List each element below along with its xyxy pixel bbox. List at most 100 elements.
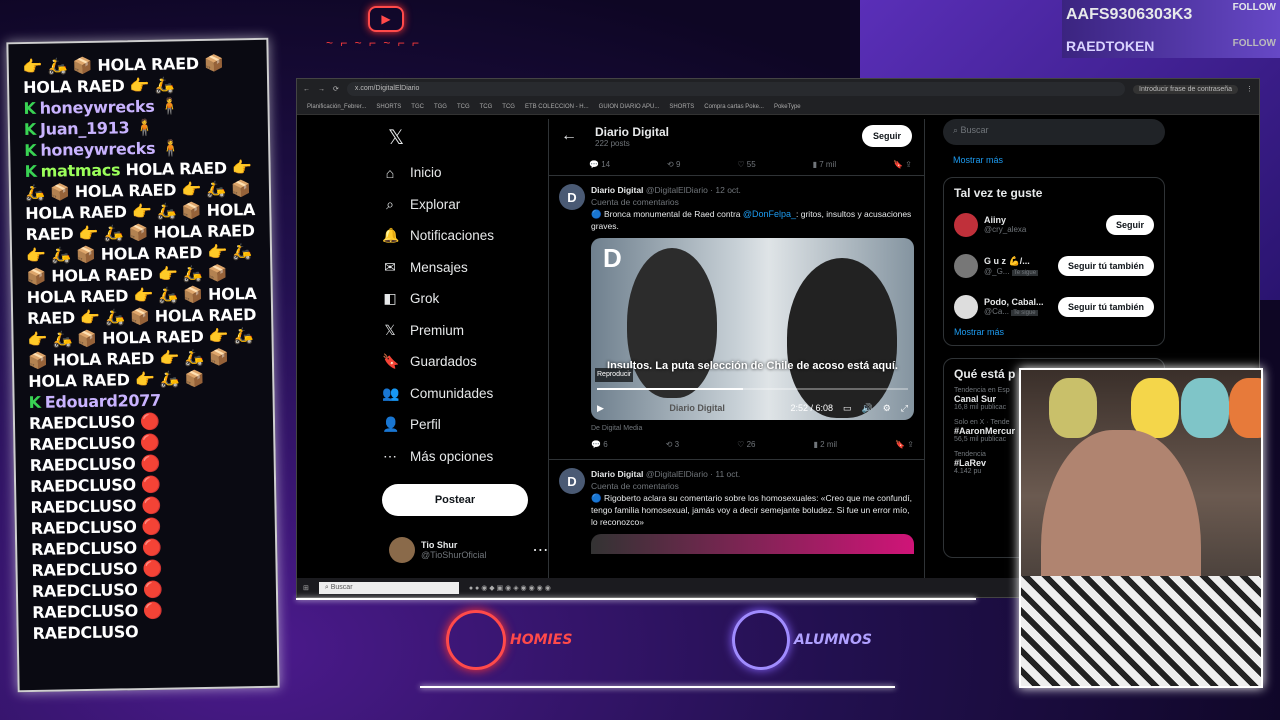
reload-icon[interactable]: ⟳ <box>333 85 339 93</box>
more-icon[interactable]: ⋯ <box>532 540 548 560</box>
avatar[interactable] <box>954 294 978 319</box>
avatar <box>389 537 415 563</box>
play-icon[interactable]: ▶ <box>597 402 604 414</box>
forward-icon[interactable]: → <box>318 86 325 93</box>
chat-username[interactable]: honeywrecks <box>40 139 155 160</box>
post-button[interactable]: Postear <box>382 484 528 516</box>
bookmark-item[interactable]: Planificación_Febrer... <box>307 104 366 110</box>
repost-button[interactable]: ⟲ 9 <box>667 160 680 169</box>
nav-item-inicio[interactable]: ⌂ Inicio <box>382 157 547 189</box>
taskbar-search[interactable]: ⌕ Buscar <box>318 581 459 594</box>
chat-message: 👉 🛵 📦 HOLA RAED 📦 HOLA RAED 👉 🛵 <box>23 52 254 98</box>
nav-item-guardados[interactable]: 🔖 Guardados <box>382 346 547 378</box>
nav-item-mas-opciones[interactable]: ⋯ Más opciones <box>382 441 547 473</box>
suggestion-name[interactable]: Podo, Cabal... <box>984 297 1052 307</box>
back-icon[interactable]: ← <box>303 86 310 93</box>
search-input[interactable]: ⌕ Buscar <box>943 119 1165 145</box>
tweet-text: 🔵 Rigoberto aclara su comentario sobre l… <box>591 493 913 527</box>
volume-icon[interactable]: 🔊 <box>862 402 873 414</box>
avatar[interactable] <box>954 212 978 237</box>
tweet-handle[interactable]: @DigitalElDiario · 11 oct. <box>646 469 740 479</box>
bookmark-icon[interactable]: 🔖 ⇪ <box>895 439 914 451</box>
reply-button[interactable]: 💬 6 <box>591 439 608 451</box>
nav-item-comunidades[interactable]: 👥 Comunidades <box>382 378 547 410</box>
reply-button[interactable]: 💬 14 <box>589 160 610 169</box>
suggestion-item[interactable]: Aiiny @cry_alexa Seguir <box>954 204 1154 245</box>
follow-button[interactable]: Seguir <box>862 125 912 147</box>
chat-text: 🧍 <box>160 138 181 158</box>
follow-button[interactable]: Seguir tú también <box>1057 296 1154 317</box>
chat-username[interactable]: Juan_1913 <box>40 118 130 139</box>
chat-username[interactable]: Edouard2077 <box>45 391 161 412</box>
bookmark-item[interactable]: PokeType <box>774 104 801 110</box>
nav-item-premium[interactable]: 𝕏 Premium <box>382 315 547 347</box>
video-time: 2:52 / 6:08 <box>790 403 833 413</box>
views-count[interactable]: ▮ 7 mil <box>813 160 837 169</box>
follow-panel: AAFS9306303K3 FOLLOW RAEDTOKEN FOLLOW <box>1062 0 1280 58</box>
password-hint[interactable]: Introducir frase de contraseña <box>1133 84 1238 94</box>
tweet[interactable]: D Diario Digital @DigitalElDiario · 12 o… <box>549 175 924 459</box>
bookmark-item[interactable]: TCG <box>457 104 470 110</box>
follow-button[interactable]: Seguir <box>1105 214 1154 235</box>
account-badge: Cuenta de comentarios <box>591 481 679 491</box>
repost-button[interactable]: ⟲ 3 <box>666 439 679 451</box>
show-more-link[interactable]: Mostrar más <box>954 327 1154 337</box>
nav-label: Premium <box>410 322 465 338</box>
bookmark-item[interactable]: Compra cartas Poke... <box>704 104 764 110</box>
bookmark-item[interactable]: GUION DIARIO APU... <box>599 104 660 110</box>
nav-item-explorar[interactable]: ⌕ Explorar <box>382 189 547 221</box>
captions-icon[interactable]: ▭ <box>843 402 852 414</box>
account-switcher[interactable]: Tio Shur @TioShurOficial ⋯ <box>389 537 548 563</box>
media-source[interactable]: De Digital Media <box>591 423 914 435</box>
follow-button[interactable]: Seguir tú también <box>1057 255 1154 276</box>
menu-icon[interactable]: ⋮ <box>1246 85 1253 93</box>
nav-item-perfil[interactable]: 👤 Perfil <box>382 409 547 441</box>
video-person-right <box>787 258 897 418</box>
views-count[interactable]: ▮ 2 mil <box>814 439 838 451</box>
show-more-link[interactable]: Mostrar más <box>943 145 1165 165</box>
nav-item-mensajes[interactable]: ✉ Mensajes <box>382 252 547 284</box>
video-player[interactable]: D Insultos. La puta selección de Chile d… <box>591 238 914 420</box>
bookmark-item[interactable]: TGG <box>434 104 447 110</box>
tweet[interactable]: D Diario Digital @DigitalElDiario · 11 o… <box>549 459 924 562</box>
tweet-avatar[interactable]: D <box>559 184 585 210</box>
bookmark-item[interactable]: TCG <box>480 104 493 110</box>
tweet-media-preview[interactable] <box>591 534 914 554</box>
suggestion-name[interactable]: Aiiny <box>984 215 1100 225</box>
like-button[interactable]: ♡ 26 <box>737 439 755 451</box>
bookmark-item[interactable]: SHORTS <box>669 104 694 110</box>
nav-icon: ⌕ <box>386 195 394 212</box>
avatar[interactable] <box>954 253 978 278</box>
fullscreen-icon[interactable]: ⤢ <box>901 402 908 414</box>
tweet-author[interactable]: Diario Digital <box>591 185 643 195</box>
like-button[interactable]: ♡ 55 <box>737 160 755 169</box>
app-icons[interactable]: ● ● ◉ ◆ ▣ ◉ ◈ ◉ ◉ ◉ ◉ <box>469 584 551 592</box>
bookmark-item[interactable]: TGC <box>411 104 424 110</box>
url-field[interactable]: x.com/DigitalElDiario <box>346 82 1125 96</box>
video-caption: Insultos. La puta selección de Chile de … <box>607 360 898 372</box>
nav-label: Explorar <box>410 196 461 212</box>
suggestion-item[interactable]: G u z 💪/... @_G... Te sigue Seguir tú tamb… <box>954 245 1154 286</box>
tweet-author[interactable]: Diario Digital <box>591 469 643 479</box>
bookmark-item[interactable]: SHORTS <box>376 104 401 110</box>
bookmark-item[interactable]: ETB COLECCION - H... <box>525 104 589 110</box>
chat-username[interactable]: honeywrecks <box>39 97 154 118</box>
suggestion-item[interactable]: Podo, Cabal... @Ca... Te sigue Seguir tú t… <box>954 286 1154 327</box>
nav-item-grok[interactable]: ◧ Grok <box>382 283 547 315</box>
neon-squiggle: ~ ⌐ ~ ⌐ ~ ⌐ ⌐ <box>326 36 422 50</box>
chat-username[interactable]: matmacs <box>41 160 121 180</box>
windows-icon[interactable]: ⊞ <box>303 584 309 592</box>
bookmark-icon[interactable]: 🔖 ⇪ <box>893 160 912 169</box>
video-progress[interactable] <box>597 388 908 390</box>
tweet-avatar[interactable]: D <box>559 468 585 494</box>
back-arrow-icon[interactable]: ← <box>561 127 577 145</box>
bookmark-item[interactable]: TCG <box>502 104 515 110</box>
tweet-actions: 💬 14 ⟲ 9 ♡ 55 ▮ 7 mil 🔖 ⇪ <box>549 153 924 175</box>
nav-item-notificaciones[interactable]: 🔔 Notificaciones <box>382 220 547 252</box>
chat-text: 🧍 <box>134 117 155 138</box>
settings-icon[interactable]: ⚙ <box>883 402 891 414</box>
suggestion-name[interactable]: G u z 💪/... <box>984 256 1052 267</box>
mention-link[interactable]: @DonFelpa_ <box>743 209 796 219</box>
tweet-handle[interactable]: @DigitalElDiario · 12 oct. <box>646 185 741 195</box>
x-logo-icon[interactable]: 𝕏 <box>382 125 547 157</box>
